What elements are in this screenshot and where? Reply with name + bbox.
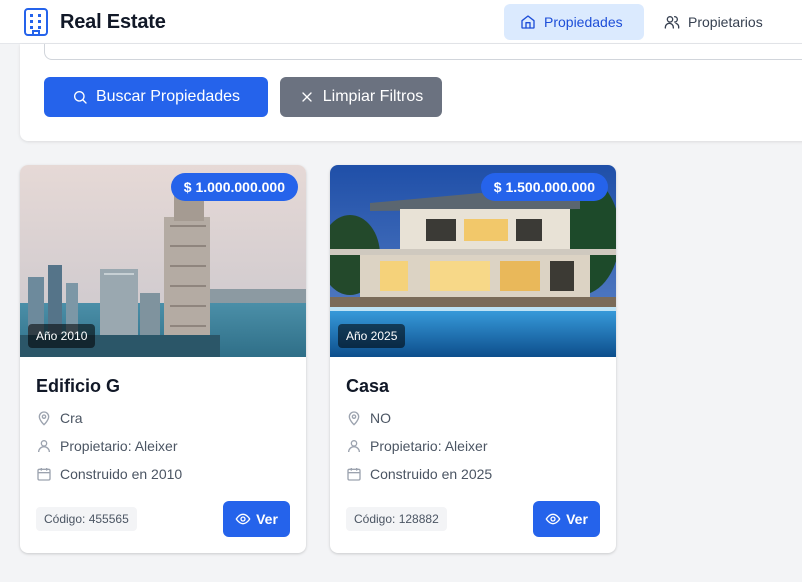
- building-icon: [24, 8, 48, 36]
- eye-icon: [235, 513, 251, 525]
- owner-row: Propietario: Aleixer: [346, 438, 488, 454]
- property-image: $ 1.000.000.000 Año 2010: [20, 165, 306, 357]
- view-button-label: Ver: [566, 511, 588, 527]
- eye-icon: [545, 513, 561, 525]
- search-button[interactable]: Buscar Propiedades: [44, 77, 268, 117]
- built-row: Construido en 2010: [36, 466, 182, 482]
- filter-input[interactable]: [44, 44, 802, 60]
- view-button[interactable]: Ver: [223, 501, 290, 537]
- property-code: Código: 455565: [36, 507, 137, 531]
- owner-text: Propietario: Aleixer: [60, 438, 178, 454]
- built-text: Construido en 2010: [60, 466, 183, 482]
- owner-row: Propietario: Aleixer: [36, 438, 178, 454]
- nav-label: Propietarios: [688, 14, 763, 30]
- nav-propietarios[interactable]: Propietarios: [650, 4, 790, 40]
- property-name: Casa: [346, 376, 390, 396]
- clear-button-label: Limpiar Filtros: [322, 88, 424, 105]
- brand[interactable]: Real Estate: [23, 7, 166, 37]
- nav-propiedades[interactable]: Propiedades: [504, 4, 644, 40]
- user-icon: [348, 440, 360, 453]
- map-pin-icon: [348, 411, 360, 426]
- app-header: Real Estate Propiedades Propietarios: [0, 0, 802, 44]
- property-name: Edificio G: [36, 376, 121, 396]
- property-code: Código: 128882: [346, 507, 447, 531]
- built-text: Construido en 2025: [370, 466, 493, 482]
- year-badge: Año 2010: [28, 324, 96, 348]
- search-icon: [73, 91, 87, 104]
- property-card[interactable]: $ 1.500.000.000 Año 2025 Casa NO Propiet…: [330, 165, 616, 553]
- property-image: $ 1.500.000.000 Año 2025: [330, 165, 616, 357]
- view-button[interactable]: Ver: [533, 501, 600, 537]
- home-icon: [521, 15, 535, 29]
- address-text: Cra: [60, 410, 83, 426]
- calendar-icon: [37, 468, 51, 481]
- address-row: Cra: [36, 410, 83, 426]
- address-row: NO: [346, 410, 391, 426]
- x-icon: [302, 92, 312, 102]
- built-row: Construido en 2025: [346, 466, 492, 482]
- nav-label: Propiedades: [544, 14, 623, 30]
- search-button-label: Buscar Propiedades: [95, 88, 241, 105]
- app-title: Real Estate: [60, 10, 166, 33]
- price-badge: $ 1.500.000.000: [480, 173, 608, 201]
- map-pin-icon: [38, 411, 50, 426]
- filter-panel: Buscar Propiedades Limpiar Filtros: [20, 44, 802, 141]
- price-badge: $ 1.000.000.000: [170, 173, 298, 201]
- year-badge: Año 2025: [338, 324, 406, 348]
- calendar-icon: [347, 468, 361, 481]
- owner-text: Propietario: Aleixer: [370, 438, 488, 454]
- user-icon: [38, 440, 50, 453]
- users-icon: [664, 16, 680, 29]
- address-text: NO: [370, 410, 391, 426]
- clear-filters-button[interactable]: Limpiar Filtros: [280, 77, 442, 117]
- view-button-label: Ver: [256, 511, 278, 527]
- property-card[interactable]: $ 1.000.000.000 Año 2010 Edificio G Cra …: [20, 165, 306, 553]
